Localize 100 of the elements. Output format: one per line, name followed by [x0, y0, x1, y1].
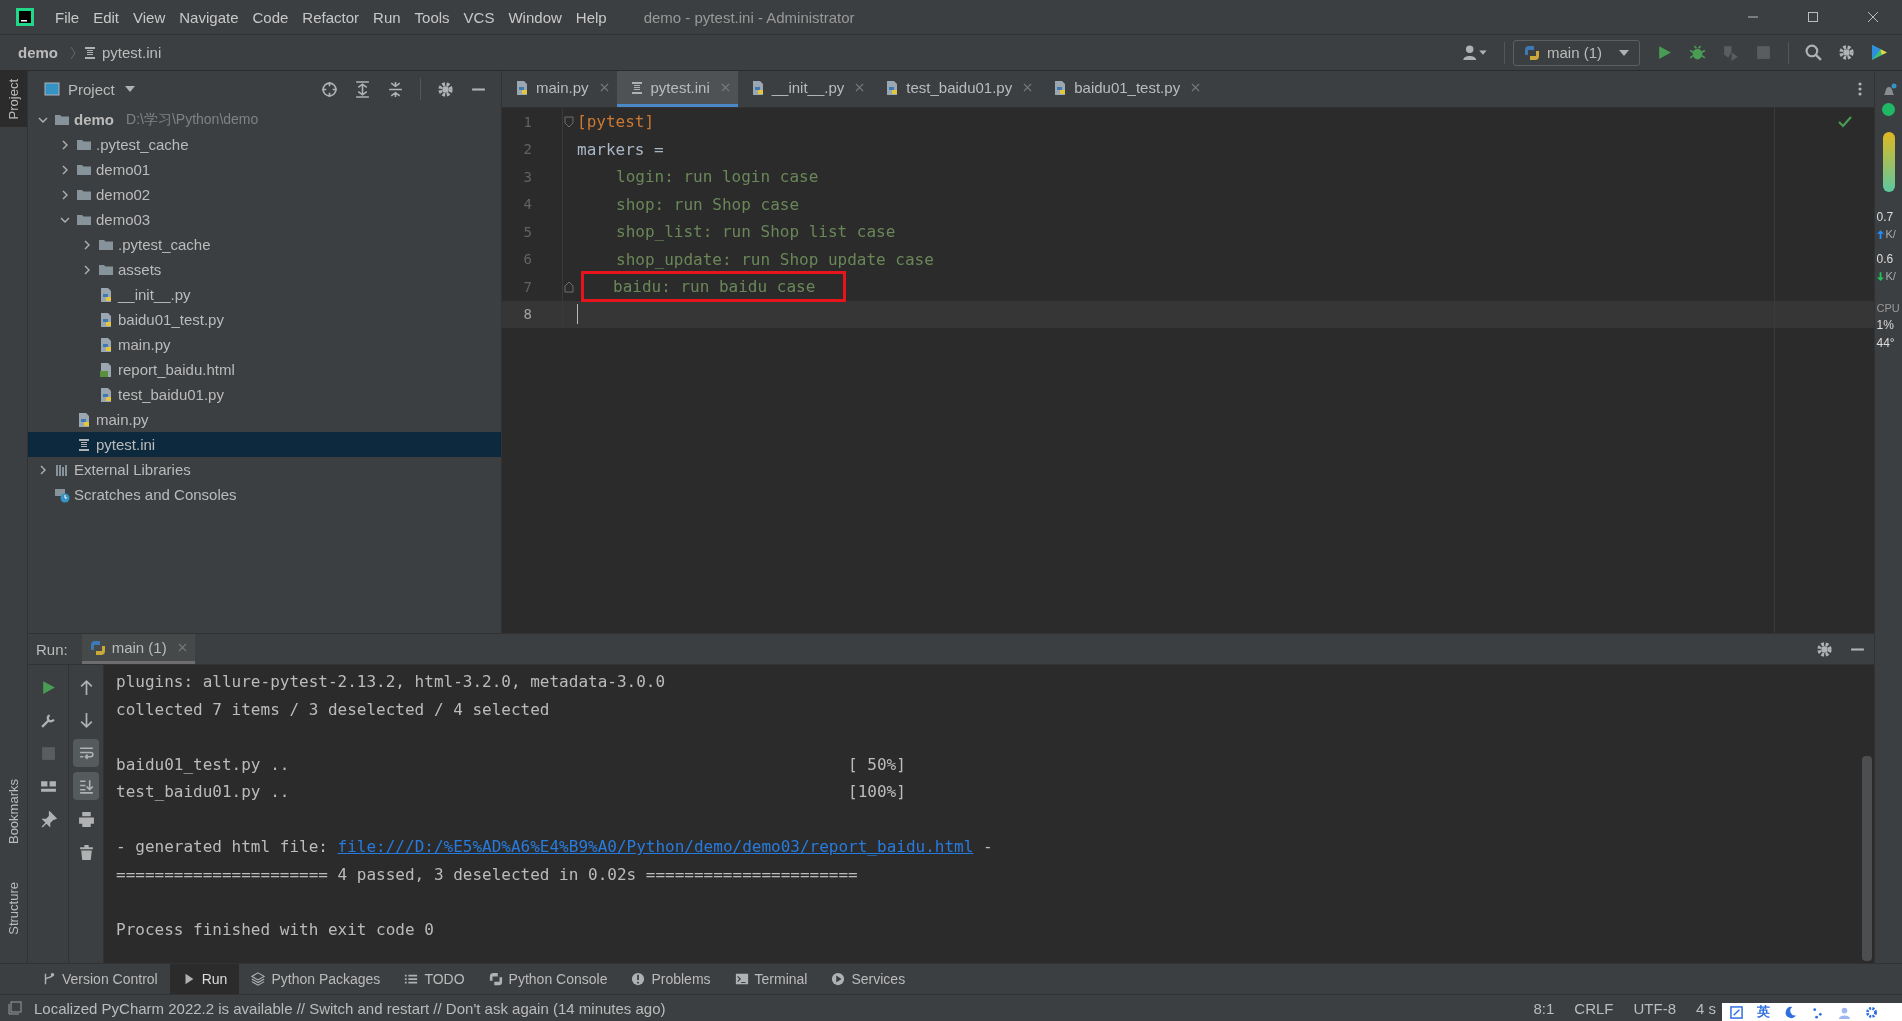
settings-icon[interactable] [437, 80, 454, 98]
soft-wrap-icon[interactable] [77, 744, 95, 762]
tool-window-tab[interactable]: TODO [392, 964, 477, 994]
tree-item[interactable]: baidu01_test.py [28, 307, 501, 332]
menu-item[interactable]: Window [501, 8, 569, 26]
fold-marker-icon[interactable] [564, 280, 574, 293]
chevron-right-icon[interactable] [82, 264, 92, 275]
tree-item[interactable]: main.py [28, 407, 501, 432]
tree-item[interactable]: test_baidu01.py [28, 382, 501, 407]
side-tool-tab[interactable]: Structure [0, 874, 27, 943]
tool-window-tab[interactable]: Problems [619, 964, 723, 994]
search-icon[interactable] [1805, 44, 1822, 61]
editor-tab[interactable]: __init__.py [737, 71, 873, 107]
locate-icon[interactable] [321, 80, 338, 98]
status-item[interactable]: UTF-8 [1633, 999, 1676, 1017]
close-icon[interactable] [1867, 11, 1879, 23]
editor-tab[interactable]: baidu01_test.py [1040, 71, 1209, 107]
panel-title: Run: [36, 640, 68, 658]
panel-title[interactable]: Project [68, 80, 115, 98]
keyboard-icon[interactable] [1730, 1005, 1743, 1019]
close-icon[interactable] [1191, 83, 1201, 92]
console-output: ====================== 4 passed, 3 deselected in 0.02s ====================== [116, 864, 858, 884]
editor-tab[interactable]: test_baidu01.py [872, 71, 1041, 107]
printer-icon[interactable] [77, 810, 95, 828]
tree-item[interactable]: pytest.ini [28, 432, 501, 457]
trash-icon[interactable] [77, 843, 95, 861]
scroll-to-end-icon[interactable] [77, 777, 95, 795]
tool-window-tab[interactable]: Python Console [476, 964, 620, 994]
status-item[interactable]: 8:1 [1533, 999, 1555, 1017]
close-icon[interactable] [1023, 83, 1033, 92]
status-item[interactable]: 4 s [1696, 999, 1716, 1017]
tree-item[interactable]: assets [28, 257, 501, 282]
usage-gauge [1882, 132, 1895, 192]
tree-item[interactable]: External Libraries [28, 457, 501, 482]
run-configuration-tab[interactable]: main (1) [81, 634, 195, 664]
tool-window-tab[interactable]: Python Packages [239, 964, 393, 994]
tree-item[interactable]: demo02 [28, 182, 501, 207]
window-icon[interactable] [8, 1001, 22, 1015]
chevron-right-icon[interactable] [60, 164, 70, 175]
menu-item[interactable]: Code [245, 8, 296, 26]
run-configuration-dropdown[interactable]: main (1) [1513, 39, 1640, 66]
menu-item[interactable]: VCS [456, 8, 502, 26]
tree-item-label: report_baidu.html [118, 361, 235, 378]
expand-all-icon[interactable] [354, 80, 371, 98]
tool-window-tab[interactable]: Services [819, 964, 918, 994]
menu-item[interactable]: Navigate [172, 8, 246, 26]
menu-item[interactable]: View [126, 8, 173, 26]
settings-icon[interactable] [1816, 640, 1833, 658]
fold-marker-icon[interactable] [564, 115, 574, 128]
chevron-right-icon[interactable] [38, 464, 48, 475]
close-icon[interactable] [855, 83, 865, 92]
tree-item[interactable]: demo01 [28, 157, 501, 182]
tree-item[interactable]: .pytest_cache [28, 132, 501, 157]
moon-icon[interactable] [1784, 1005, 1797, 1019]
chevron-right-icon[interactable] [60, 189, 70, 200]
breadcrumb[interactable]: demo [18, 44, 58, 61]
toolbox-logo-icon[interactable] [1871, 44, 1888, 61]
editor-tab[interactable]: pytest.ini [616, 71, 738, 107]
status-message[interactable]: Localized PyCharm 2022.2 is available // Switch and restart // Don't ask again (14 minutes ago) [34, 999, 666, 1017]
tree-item[interactable]: Scratches and Consoles [28, 482, 501, 507]
tree-item-label: baidu01_test.py [118, 311, 224, 328]
status-item[interactable]: CRLF [1574, 999, 1614, 1017]
user-icon[interactable] [1462, 44, 1488, 61]
bug-icon[interactable] [1689, 44, 1706, 61]
menu-item[interactable]: Help [568, 8, 614, 26]
run-icon[interactable] [1656, 44, 1673, 61]
chevron-right-icon[interactable] [82, 239, 92, 250]
close-icon[interactable] [599, 83, 609, 92]
console-output: [ 50%] [848, 754, 906, 774]
tool-window-tab[interactable]: Version Control [30, 964, 170, 994]
settings-icon[interactable] [1838, 44, 1855, 61]
scrollbar-thumb[interactable] [1862, 756, 1872, 961]
input-language[interactable]: 英 [1757, 1003, 1770, 1021]
chevron-right-icon[interactable] [60, 139, 70, 150]
maximize-icon[interactable] [1807, 11, 1819, 23]
editor-tab[interactable]: main.py [502, 71, 617, 107]
menu-item[interactable]: File [48, 8, 87, 26]
tree-item-label: demo [74, 111, 114, 128]
tool-window-tab[interactable]: Terminal [722, 964, 820, 994]
breadcrumb[interactable]: pytest.ini [102, 44, 162, 61]
tree-item[interactable]: demo D:\学习\Python\demo [28, 107, 501, 132]
menu-item[interactable]: Edit [86, 8, 127, 26]
menu-item[interactable]: Run [366, 8, 408, 26]
tree-item[interactable]: report_baidu.html [28, 357, 501, 382]
side-tool-tab[interactable]: Project [0, 71, 27, 128]
collapse-all-icon[interactable] [387, 80, 404, 98]
menu-item[interactable]: Tools [407, 8, 457, 26]
report-link[interactable]: file:///D:/%E5%AD%A6%E4%B9%A0/Python/demo/demo03/report_baidu.html [337, 837, 974, 857]
tree-item[interactable]: main.py [28, 332, 501, 357]
side-tool-tab[interactable]: Bookmarks [0, 771, 27, 853]
tool-window-tab[interactable]: Run [169, 964, 240, 994]
dots-icon[interactable] [1811, 1005, 1824, 1019]
pin-icon[interactable] [39, 810, 57, 828]
tree-item[interactable]: __init__.py [28, 282, 501, 307]
more-icon[interactable] [1858, 81, 1862, 97]
tree-item[interactable]: .pytest_cache [28, 232, 501, 257]
tree-item[interactable]: demo03 [28, 207, 501, 232]
menu-item[interactable]: Refactor [295, 8, 367, 26]
settings-icon[interactable] [1865, 1005, 1878, 1019]
caret-icon[interactable] [124, 86, 135, 92]
